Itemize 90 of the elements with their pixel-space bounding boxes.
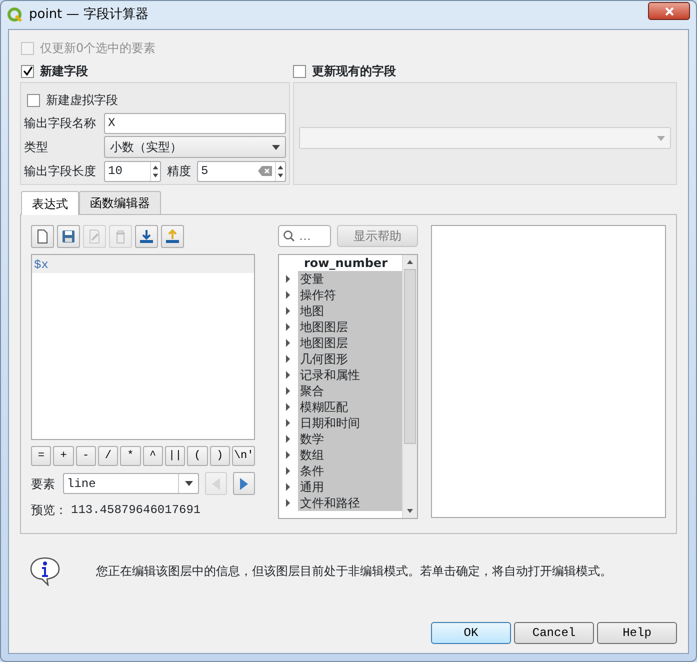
window-title: point — 字段计算器 xyxy=(29,6,148,24)
function-group-item[interactable]: 条件 xyxy=(298,463,402,479)
checkbox[interactable] xyxy=(21,64,34,78)
function-group-item[interactable]: 文件和路径 xyxy=(298,495,402,511)
function-group-item[interactable]: 地图图层 xyxy=(298,319,402,335)
save-button[interactable] xyxy=(57,225,80,248)
left-triangle-icon xyxy=(211,476,221,490)
preview-value: 113.45879646017691 xyxy=(71,502,201,519)
dialog-button[interactable]: OK xyxy=(431,622,511,644)
expand-arrow-icon[interactable] xyxy=(286,499,290,507)
tab[interactable]: 函数编辑器 xyxy=(79,191,161,214)
operator-button[interactable]: + xyxy=(53,446,74,466)
expand-arrow-icon[interactable] xyxy=(286,467,290,475)
info-icon xyxy=(28,556,62,586)
expand-arrow-icon[interactable] xyxy=(286,339,290,347)
expand-arrow-icon[interactable] xyxy=(286,387,290,395)
expand-arrow-icon[interactable] xyxy=(286,291,290,299)
section-label: 更新现有的字段 xyxy=(312,63,396,80)
operator-button[interactable]: / xyxy=(98,446,118,466)
show-help-button[interactable]: 显示帮助 xyxy=(337,225,418,247)
function-group-item[interactable]: 几何图形 xyxy=(298,351,402,367)
expand-arrow-icon[interactable] xyxy=(286,451,290,459)
expand-arrow-icon[interactable] xyxy=(286,355,290,363)
name-input[interactable]: X xyxy=(104,112,286,134)
length-spinbox[interactable]: 10 xyxy=(104,160,161,182)
expand-arrow-icon[interactable] xyxy=(286,371,290,379)
checkbox[interactable] xyxy=(293,64,306,78)
field-label: 输出字段名称 xyxy=(24,115,97,132)
expand-arrow-icon[interactable] xyxy=(286,275,290,283)
next-button[interactable] xyxy=(233,472,255,495)
feature-dropdown[interactable]: line xyxy=(63,473,199,494)
file-icon xyxy=(35,229,50,244)
spin-arrows-icon[interactable] xyxy=(275,162,285,180)
operator-button[interactable]: ^ xyxy=(142,446,163,466)
new-button[interactable] xyxy=(31,225,54,248)
expand-arrow-icon[interactable] xyxy=(286,307,290,315)
field-label: 精度 xyxy=(167,163,191,180)
download-icon xyxy=(139,229,154,244)
type-dropdown[interactable]: 小数（实型） xyxy=(104,136,286,158)
expression-editor[interactable]: $x xyxy=(31,254,255,440)
trash-icon xyxy=(113,229,128,244)
field-label: 输出字段长度 xyxy=(24,163,97,180)
operator-button[interactable]: \n' xyxy=(232,446,256,466)
operator-button[interactable]: * xyxy=(120,446,141,466)
expand-arrow-icon[interactable] xyxy=(286,483,290,491)
operator-button[interactable]: ) xyxy=(210,446,230,466)
expand-arrow-icon[interactable] xyxy=(286,435,290,443)
expand-arrow-icon[interactable] xyxy=(286,323,290,331)
function-group-item[interactable]: 通用 xyxy=(298,479,402,495)
info-message: 您正在编辑该图层中的信息，但该图层目前处于非编辑模式。若单击确定，将自动打开编辑模式。 xyxy=(96,563,612,580)
function-group-item[interactable]: 记录和属性 xyxy=(298,367,402,383)
operator-button[interactable]: || xyxy=(164,446,186,466)
search-field[interactable]: … xyxy=(278,225,331,247)
scrollbar[interactable] xyxy=(402,255,417,518)
checkbox-label: 仅更新0个选中的要素 xyxy=(40,40,156,57)
spin-arrows-icon[interactable] xyxy=(150,162,160,180)
section-label: 新建字段 xyxy=(40,63,88,80)
field-label: 类型 xyxy=(24,139,49,156)
function-group-item[interactable]: 聚合 xyxy=(298,383,402,399)
precision-spinbox[interactable]: 5 xyxy=(197,160,286,182)
close-button[interactable] xyxy=(648,2,690,20)
preview-label: 预览： xyxy=(31,502,68,519)
expand-arrow-icon[interactable] xyxy=(286,403,290,411)
checkbox-label: 新建虚拟字段 xyxy=(46,92,118,109)
export-button[interactable] xyxy=(161,225,184,248)
right-triangle-icon xyxy=(239,476,249,490)
operator-button[interactable]: = xyxy=(31,446,52,466)
app-logo-icon xyxy=(7,7,23,23)
operator-button[interactable]: - xyxy=(76,446,96,466)
search-icon xyxy=(283,230,295,242)
field-label: 要素 xyxy=(31,476,56,492)
upload-icon xyxy=(165,229,180,244)
function-group-item[interactable]: 日期和时间 xyxy=(298,415,402,431)
function-group-item[interactable]: 模糊匹配 xyxy=(298,399,402,415)
expand-arrow-icon[interactable] xyxy=(286,419,290,427)
function-group-item[interactable]: 地图图层 xyxy=(298,335,402,351)
dialog-button[interactable]: Help xyxy=(597,622,677,644)
function-group-item[interactable]: 地图 xyxy=(298,303,402,319)
tab[interactable]: 表达式 xyxy=(21,191,79,215)
import-button[interactable] xyxy=(135,225,158,248)
close-icon xyxy=(664,6,674,16)
function-group-item[interactable]: 数组 xyxy=(298,447,402,463)
function-group-item[interactable]: 数学 xyxy=(298,431,402,447)
dialog-button[interactable]: Cancel xyxy=(514,622,594,644)
pencil-icon xyxy=(87,229,102,244)
checkbox[interactable] xyxy=(27,94,40,106)
field-dropdown[interactable] xyxy=(299,127,671,149)
operator-button[interactable]: ( xyxy=(187,446,208,466)
function-group-item[interactable]: 操作符 xyxy=(298,287,402,303)
function-group-item[interactable]: 变量 xyxy=(298,271,402,287)
